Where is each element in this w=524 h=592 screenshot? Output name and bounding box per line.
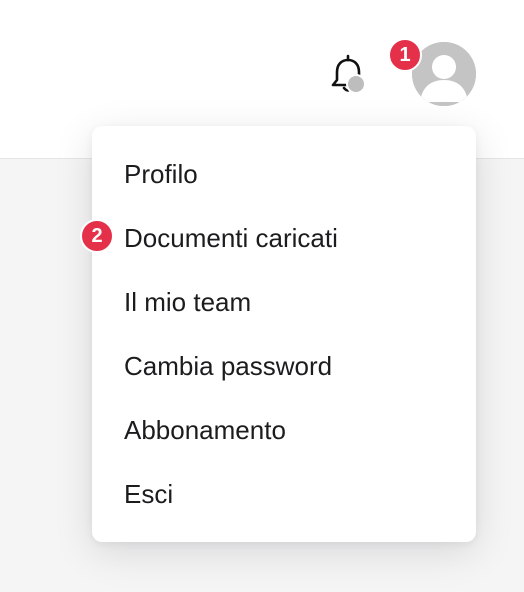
menu-item-esci[interactable]: Esci bbox=[92, 462, 476, 526]
user-dropdown-menu: Profilo Documenti caricati Il mio team C… bbox=[92, 126, 476, 542]
notification-indicator bbox=[346, 74, 366, 94]
menu-item-abbonamento[interactable]: Abbonamento bbox=[92, 398, 476, 462]
menu-item-profilo[interactable]: Profilo bbox=[92, 142, 476, 206]
menu-item-cambia-password[interactable]: Cambia password bbox=[92, 334, 476, 398]
menu-item-il-mio-team[interactable]: Il mio team bbox=[92, 270, 476, 334]
annotation-badge-1: 1 bbox=[388, 38, 422, 72]
annotation-badge-2: 2 bbox=[80, 219, 114, 253]
menu-item-documenti-caricati[interactable]: Documenti caricati bbox=[92, 206, 476, 270]
